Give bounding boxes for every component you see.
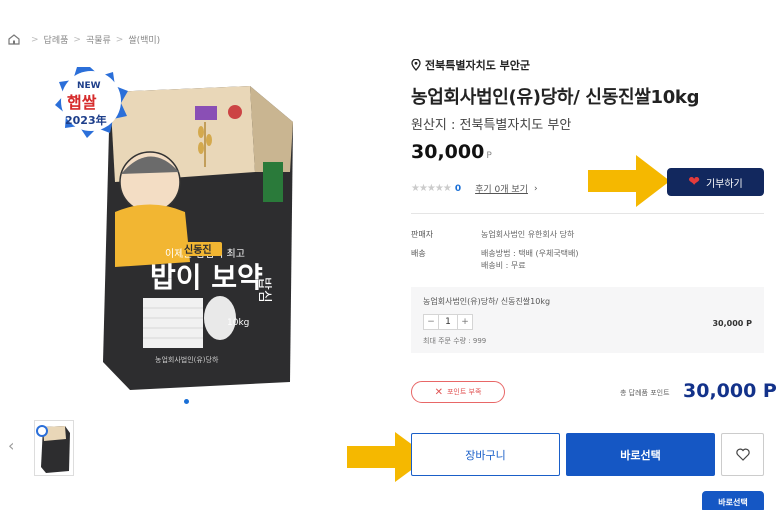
svg-text:밥심: 밥심 — [256, 277, 272, 303]
insufficient-points-label: 포인트 부족 — [446, 388, 482, 396]
section-divider — [411, 213, 764, 214]
review-link[interactable]: 후기 0개 보기 — [475, 182, 528, 195]
breadcrumb-item-rice[interactable]: 쌀(백미) — [128, 33, 160, 46]
product-origin: 원산지 : 전북특별자치도 부안 — [411, 118, 572, 133]
shipping-method: 배송방법 : 택배 (우체국택배) — [481, 249, 579, 258]
breadcrumb-separator: > — [73, 34, 81, 45]
add-to-cart-button[interactable]: 장바구니 — [411, 433, 560, 476]
svg-text:햅쌀: 햅쌀 — [67, 93, 97, 112]
seller-value: 농업회사법인 유한회사 당하 — [481, 230, 575, 239]
rating-count: 0 — [454, 183, 462, 194]
breadcrumb-separator: > — [31, 34, 39, 45]
location-pin-icon — [411, 59, 421, 71]
shipping-details: 배송방법 : 택배 (우체국택배) 배송비 : 무료 — [481, 248, 741, 272]
wishlist-button[interactable] — [721, 433, 764, 476]
quantity-input[interactable]: 1 — [438, 315, 458, 329]
close-icon: ✕ — [434, 386, 443, 398]
product-main-image: 이제는 밥심이 최고 신동진 밥이 보약 밥심 10kg 농업회사법인(유)당하… — [55, 62, 315, 392]
buy-now-floating-button[interactable]: 바로선택 — [702, 491, 764, 510]
annotation-arrow-donate — [588, 155, 670, 207]
rating-stars: ★★★★★ — [411, 183, 452, 194]
breadcrumb-separator: > — [115, 34, 124, 45]
svg-text:농업회사법인(유)당하: 농업회사법인(유)당하 — [155, 355, 219, 364]
donate-button[interactable]: ❤ 기부하기 — [667, 168, 764, 196]
max-order-quantity: 최대 주문 수량 : 999 — [423, 337, 487, 345]
product-thumbnail[interactable] — [34, 420, 74, 476]
total-points-label: 총 답례품 포인트 — [620, 389, 670, 397]
quantity-minus-button[interactable]: − — [424, 315, 438, 329]
donate-button-label: 기부하기 — [705, 178, 743, 190]
svg-text:NEW: NEW — [77, 81, 101, 91]
seller-label: 판매자 — [411, 230, 434, 239]
option-price: 30,000 P — [712, 319, 752, 328]
chevron-left-icon[interactable]: ‹ — [8, 436, 22, 456]
rating-row: ★★★★★ 0 후기 0개 보기 › — [411, 182, 538, 195]
product-price-unit: P — [486, 151, 492, 161]
shipping-label: 배송 — [411, 249, 426, 258]
total-points-value: 30,000 P — [683, 380, 777, 402]
quantity-stepper: − 1 + — [423, 314, 473, 330]
breadcrumb-item-gifts[interactable]: 답례품 — [44, 33, 69, 46]
quantity-plus-button[interactable]: + — [458, 315, 472, 329]
product-title: 농업회사법인(유)당하/ 신동진쌀10kg — [411, 87, 700, 108]
bag-weight: 10kg — [227, 318, 249, 328]
home-icon[interactable] — [8, 34, 20, 45]
svg-text:2023年: 2023年 — [65, 113, 107, 127]
buy-now-button[interactable]: 바로선택 — [566, 433, 715, 476]
shipping-fee: 배송비 : 무료 — [481, 261, 526, 270]
breadcrumb-item-grains[interactable]: 곡물류 — [86, 33, 111, 46]
product-price: 30,000 P — [411, 141, 492, 163]
product-price-value: 30,000 — [411, 141, 485, 163]
selected-option-box: 농업회사법인(유)당하/ 신동진쌀10kg − 1 + 30,000 P 최대 … — [411, 287, 764, 353]
carousel-indicator-dot[interactable] — [184, 399, 189, 404]
heart-outline-icon — [735, 448, 750, 461]
option-name: 농업회사법인(유)당하/ 신동진쌀10kg — [423, 297, 551, 306]
bag-title-small: 신동진 — [184, 243, 212, 256]
heart-icon: ❤ — [688, 174, 700, 190]
insufficient-points-badge: ✕ 포인트 부족 — [411, 381, 505, 403]
region-text: 전북특별자치도 부안군 — [425, 59, 531, 72]
chevron-right-icon: › — [533, 183, 538, 194]
breadcrumb: > 답례품 > 곡물류 > 쌀(백미) — [8, 33, 160, 46]
region-label: 전북특별자치도 부안군 — [411, 57, 530, 73]
bag-title-main: 밥이 보약 — [150, 261, 263, 294]
